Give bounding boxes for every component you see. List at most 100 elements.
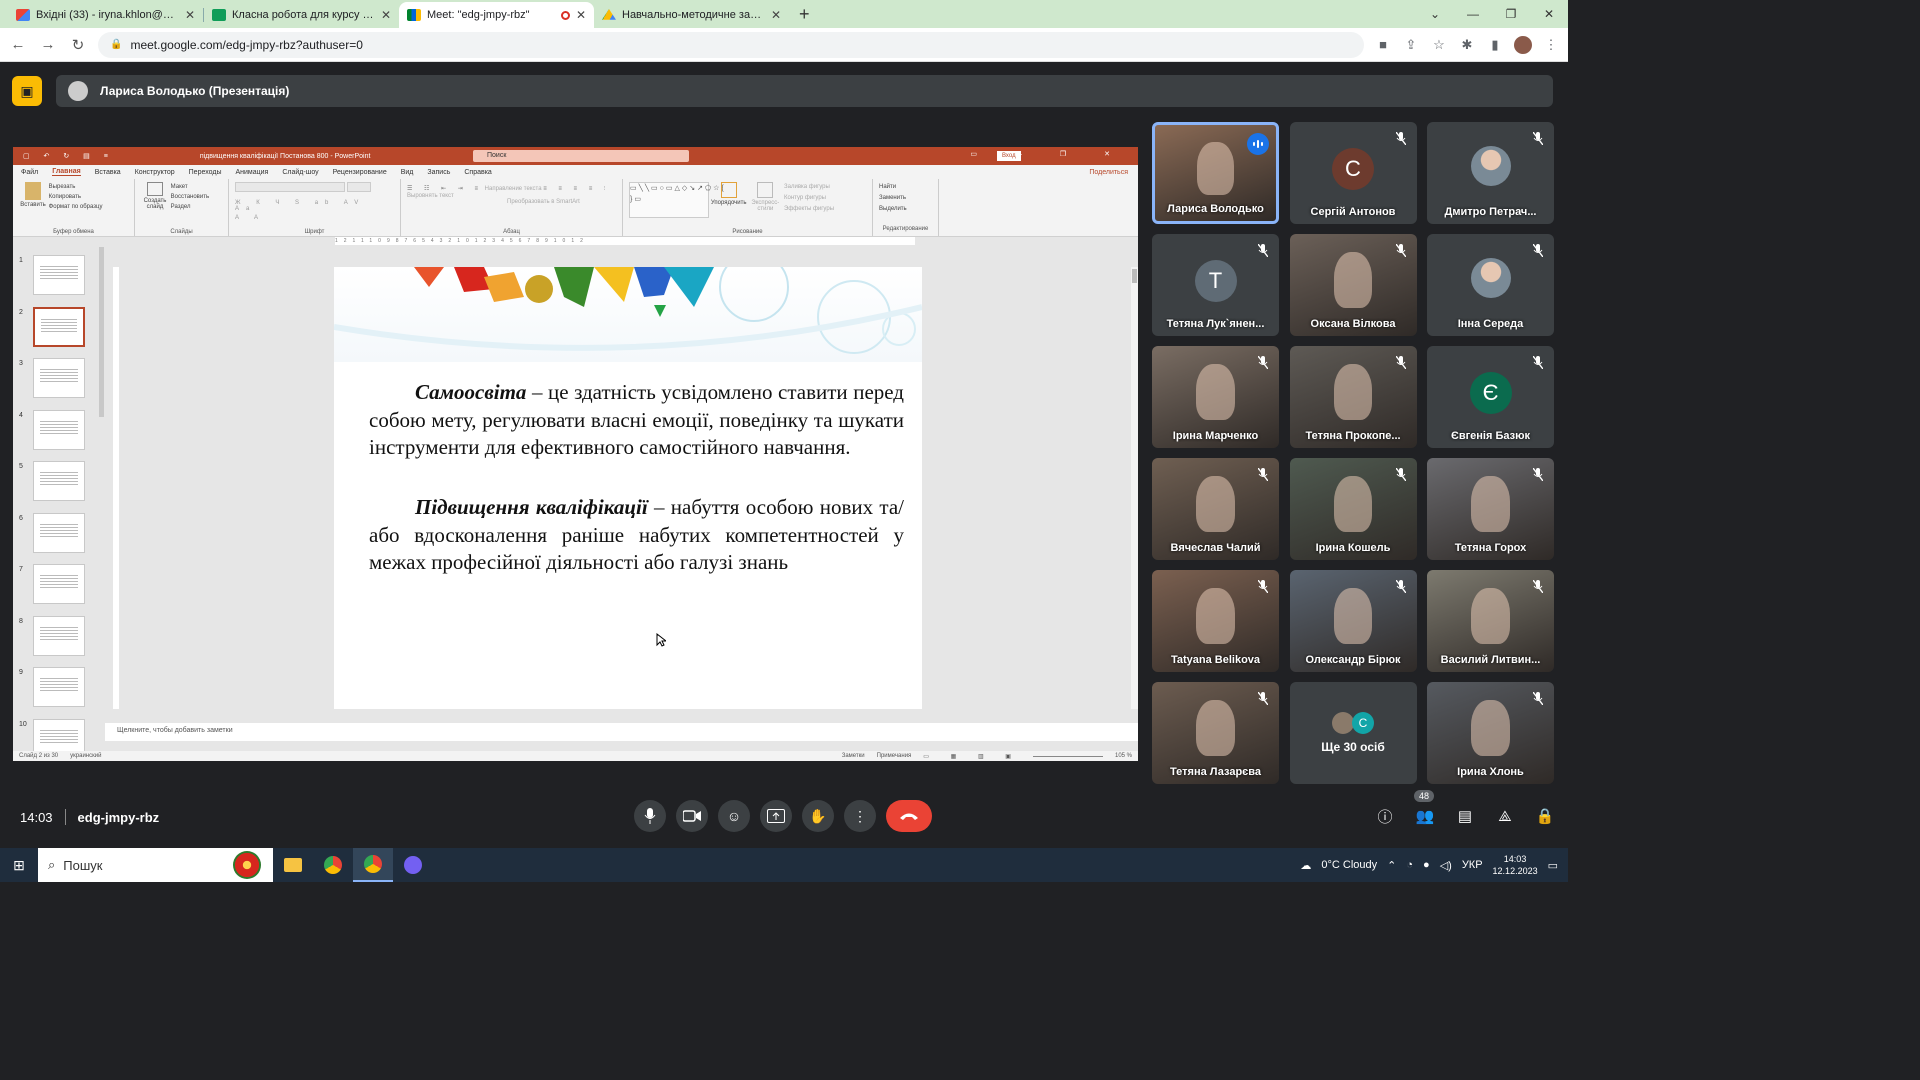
participant-tile[interactable]: Tatyana Belikova <box>1152 570 1279 672</box>
weather-text[interactable]: 0°C Cloudy <box>1321 859 1377 871</box>
new-tab-button[interactable]: + <box>789 4 820 28</box>
close-icon[interactable]: ✕ <box>576 8 586 22</box>
participant-tile[interactable]: Дмитро Петрач... <box>1427 122 1554 224</box>
notes-field[interactable]: Щелкните, чтобы добавить заметки <box>105 723 1138 741</box>
microphone-button[interactable] <box>634 800 666 832</box>
ppt-menu-tab[interactable]: Запись <box>427 169 450 176</box>
ppt-search-box[interactable]: Поиск <box>473 150 689 162</box>
mic-tray-icon[interactable]: ● <box>1423 859 1430 871</box>
close-icon[interactable]: ✕ <box>771 8 781 22</box>
present-button[interactable] <box>760 800 792 832</box>
tray-overflow-icon[interactable]: ⌃ <box>1387 859 1396 872</box>
taskbar-search[interactable]: ⌕ Пошук <box>38 848 273 882</box>
paste-button[interactable]: Вставить <box>19 182 47 208</box>
leave-call-button[interactable] <box>886 800 932 832</box>
volume-icon[interactable]: ◁) <box>1440 859 1452 872</box>
ppt-share-button[interactable]: Поделиться <box>1089 169 1128 176</box>
taskbar-chrome[interactable] <box>313 848 353 882</box>
list-buttons[interactable]: ☰ ☷ ⇤ ⇥ ≡ <box>407 185 483 192</box>
tab-search-icon[interactable]: ⌄ <box>1416 7 1454 21</box>
close-window-icon[interactable]: ✕ <box>1530 7 1568 21</box>
extensions-icon[interactable]: ✱ <box>1458 37 1476 53</box>
participant-tile[interactable]: Лариса Володько <box>1152 122 1279 224</box>
reactions-button[interactable]: ☺ <box>718 800 750 832</box>
select-button[interactable]: Выделить <box>879 204 932 215</box>
reset-button[interactable]: Восстановить <box>171 192 209 202</box>
minimize-icon[interactable]: — <box>1454 7 1492 21</box>
back-icon[interactable]: ← <box>8 36 28 53</box>
format-painter-button[interactable]: Формат по образцу <box>49 202 103 212</box>
slide-thumbnail[interactable] <box>33 409 85 450</box>
font-style-buttons[interactable]: Ж К Ч S ab AV Aa <box>235 200 394 212</box>
ppt-menu-tab[interactable]: Переходы <box>189 169 222 176</box>
participant-tile[interactable]: Олександр Бірюк <box>1289 570 1417 672</box>
shape-fill-button[interactable]: Заливка фигуры <box>784 182 834 193</box>
raise-hand-button[interactable]: ✋ <box>802 800 834 832</box>
restore-icon[interactable]: ❐ <box>1492 7 1530 21</box>
slide-scrollbar[interactable] <box>1131 267 1138 709</box>
activities-button[interactable]: ⟁ <box>1492 800 1518 832</box>
align-text-button[interactable]: Выровнять текст <box>407 193 454 199</box>
participant-tile[interactable]: Тетяна Прокопе... <box>1289 346 1417 448</box>
participant-tile[interactable]: Вячеслав Чалий <box>1152 458 1279 560</box>
slide-thumbnail[interactable] <box>33 615 85 656</box>
smartart-button[interactable]: Преобразовать в SmartArt <box>507 199 616 205</box>
participant-tile[interactable]: Є Євгенія Базюк <box>1427 346 1554 448</box>
ppt-menu-tab[interactable]: Рецензирование <box>333 169 387 176</box>
participant-tile[interactable]: Тетяна Лазарєва <box>1152 682 1279 784</box>
font-family-select[interactable] <box>235 182 345 192</box>
bookmark-star-icon[interactable]: ☆ <box>1430 37 1448 53</box>
slide-canvas[interactable]: Самоосвіта – це здатність усвідомлено ст… <box>334 267 922 709</box>
new-slide-button[interactable]: Создать слайд <box>141 182 169 210</box>
participant-tile[interactable]: Ірина Кошель <box>1289 458 1417 560</box>
ppt-menu-tab[interactable]: Вид <box>401 169 414 176</box>
notifications-icon[interactable]: ▭ <box>1548 859 1558 872</box>
chat-button[interactable]: ▤ <box>1452 800 1478 832</box>
menu-kebab-icon[interactable]: ⋮ <box>1542 37 1560 53</box>
language-label[interactable]: УКР <box>1462 859 1483 871</box>
host-controls-button[interactable]: 🔒 <box>1532 800 1558 832</box>
close-icon[interactable]: ✕ <box>381 8 391 22</box>
comments-toggle[interactable]: Примечания <box>877 753 912 759</box>
taskbar-chrome-active[interactable] <box>353 848 393 882</box>
ppt-menu-tab[interactable]: Справка <box>464 169 491 176</box>
participant-tile[interactable]: Оксана Вілкова <box>1289 234 1417 336</box>
slide-thumbnail[interactable] <box>33 564 85 604</box>
ppt-menu-tab[interactable]: Слайд-шоу <box>282 169 318 176</box>
forward-icon[interactable]: → <box>38 36 58 53</box>
start-button[interactable]: ⊞ <box>0 857 38 874</box>
slide-thumbnail[interactable] <box>33 306 85 347</box>
arrange-button[interactable]: Упорядочить <box>711 182 747 206</box>
find-button[interactable]: Найти <box>879 182 932 193</box>
slide-thumbnail[interactable] <box>33 255 85 295</box>
profile-avatar[interactable] <box>1514 35 1532 54</box>
copy-button[interactable]: Копировать <box>49 192 103 202</box>
participant-tile[interactable]: Тетяна Горох <box>1427 458 1554 560</box>
participant-tile[interactable]: Інна Середа <box>1427 234 1554 336</box>
slide-thumbnail[interactable] <box>33 512 85 553</box>
stop-presenting-icon[interactable]: ▣ <box>12 76 42 106</box>
ppt-menu-tab[interactable]: Конструктор <box>135 169 175 176</box>
scroll-thumb[interactable] <box>1132 269 1137 283</box>
view-buttons[interactable]: ▭ ▦ ▥ ▣ <box>923 753 1021 760</box>
quick-styles-button[interactable]: Экспресс-стили <box>748 182 782 212</box>
replace-button[interactable]: Заменить <box>879 193 932 204</box>
section-button[interactable]: Раздел <box>171 202 209 212</box>
side-panel-icon[interactable]: ▮ <box>1486 37 1504 53</box>
ppt-menu-tab[interactable]: Вставка <box>95 169 121 176</box>
participant-tile[interactable]: Василий Литвин... <box>1427 570 1554 672</box>
reload-icon[interactable]: ↻ <box>68 36 88 54</box>
slide-thumbnail[interactable] <box>33 667 85 707</box>
tab-drive[interactable]: Навчально-методичне забезпе ✕ <box>594 2 789 28</box>
thumbs-scrollbar[interactable] <box>99 247 104 417</box>
close-icon[interactable]: ✕ <box>185 8 195 22</box>
zoom-slider[interactable] <box>1032 755 1103 757</box>
ppt-menu-tab[interactable]: Анимация <box>235 169 268 176</box>
participant-tile[interactable]: Ірина Марченко <box>1152 346 1279 448</box>
taskbar-explorer[interactable] <box>273 848 313 882</box>
font-size-select[interactable] <box>346 182 371 192</box>
datetime[interactable]: 14:03 12.12.2023 <box>1493 853 1538 877</box>
tab-gmail[interactable]: Вхідні (33) - iryna.khlon@gati.sr ✕ <box>8 2 203 28</box>
participant-tile[interactable]: Т Тетяна Лук`янен... <box>1152 234 1279 336</box>
cut-button[interactable]: Вырезать <box>49 182 103 192</box>
